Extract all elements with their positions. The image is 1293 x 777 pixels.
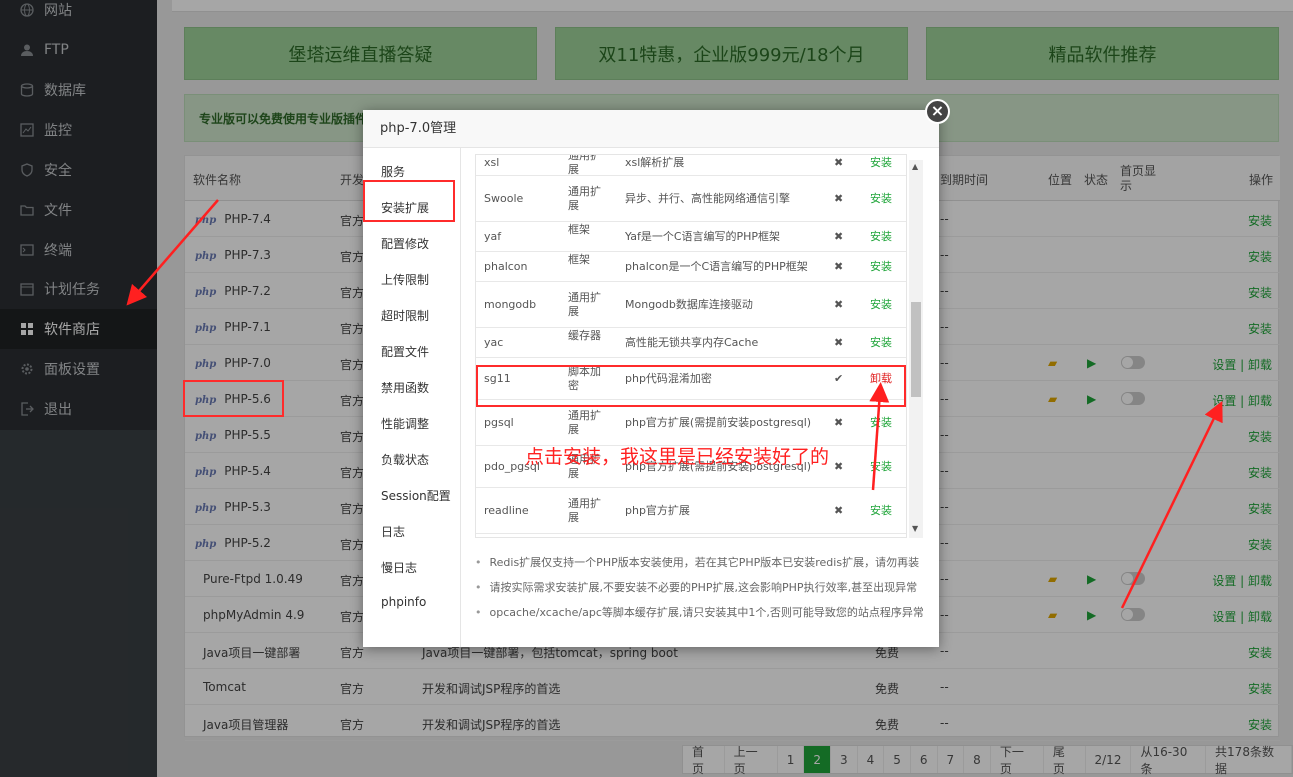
extension-action[interactable]: 安装 <box>870 156 892 170</box>
extension-type: 通用扩展 <box>568 409 601 436</box>
extension-action[interactable]: 安装 <box>870 336 892 350</box>
note-item: 请按实际需求安装扩展,不要安装不必要的PHP扩展,这会影响PHP执行效率,甚至出… <box>475 579 925 595</box>
extension-scrollbar[interactable]: ▲ ▼ <box>909 160 923 538</box>
extension-desc: xsl解析扩展 <box>625 155 685 169</box>
extension-action[interactable]: 安装 <box>870 192 892 206</box>
extension-type: 通用扩展 <box>568 497 601 524</box>
extension-desc: Yaf是一个C语言编写的PHP框架 <box>625 230 781 243</box>
dialog-notes: Redis扩展仅支持一个PHP版本安装使用，若在其它PHP版本已安装redis扩… <box>475 554 925 629</box>
scroll-up-icon[interactable]: ▲ <box>912 162 918 171</box>
extension-row: Swoole 通用扩展 异步、并行、高性能网络通信引擎 ✖ 安装 <box>476 176 906 222</box>
cross-icon: ✖ <box>834 460 844 473</box>
extension-row: yac 缓存器高性能无锁共享内存Cache ✖ 安装 <box>476 328 906 358</box>
dialog-nav-item[interactable]: 慢日志 <box>381 559 417 576</box>
cross-icon: ✖ <box>834 192 844 205</box>
dialog-nav-item[interactable]: 服务 <box>381 163 405 180</box>
extension-name: pgsql <box>484 416 514 429</box>
extension-action[interactable]: 安装 <box>870 460 892 474</box>
cross-icon: ✖ <box>834 230 844 243</box>
dialog-nav-item[interactable]: phpinfo <box>381 595 426 609</box>
extension-row: yaf 框架 Yaf是一个C语言编写的PHP框架 ✖ 安装 <box>476 222 906 252</box>
dialog-nav: 服务 安装扩展 配置修改 上传限制 超时限制 配置文件 禁用函数 性能调整 负载状态 Sessio… <box>363 148 461 647</box>
dialog-nav-item[interactable]: 配置文件 <box>381 343 429 360</box>
extension-desc: 异步、并行、高性能网络通信引擎 <box>625 192 790 205</box>
extension-row: mongodb 通用扩展 Mongodb数据库连接驱动 ✖ 安装 <box>476 282 906 328</box>
extension-name: Swoole <box>484 192 524 205</box>
dialog-nav-item[interactable]: 性能调整 <box>381 415 429 432</box>
scroll-down-icon[interactable]: ▼ <box>912 524 918 533</box>
dialog-nav-item[interactable]: 日志 <box>381 523 405 540</box>
extension-name: xsl <box>484 155 500 169</box>
cross-icon: ✖ <box>834 155 844 169</box>
extension-row: xsl 通用扩展 xsl解析扩展 ✖ 安装 <box>476 154 906 176</box>
extension-table: xsl 通用扩展 xsl解析扩展 ✖ 安装 Swoole 通用扩展 异步、并行、高性能网络通信… <box>475 154 907 538</box>
extension-name: mongodb <box>484 298 537 311</box>
dialog-nav-item[interactable]: 上传限制 <box>381 271 429 288</box>
cross-icon: ✖ <box>834 504 844 517</box>
dialog-nav-item[interactable]: 超时限制 <box>381 307 429 324</box>
scroll-thumb[interactable] <box>911 302 921 397</box>
extension-name: yac <box>484 336 504 349</box>
extension-type: 通用扩展 <box>568 291 601 318</box>
extension-action[interactable]: 安装 <box>870 416 892 430</box>
cross-icon: ✖ <box>834 336 844 349</box>
extension-type: 框架 <box>568 253 590 266</box>
extension-row: phalcon 框架 phalcon是一个C语言编写的PHP框架 ✖ 安装 <box>476 252 906 282</box>
extension-type: 通用扩展 <box>568 185 601 212</box>
extension-name: phalcon <box>484 260 528 273</box>
highlight-install-ext <box>363 180 455 222</box>
extension-desc: Mongodb数据库连接驱动 <box>625 298 753 311</box>
extension-action[interactable]: 安装 <box>870 504 892 518</box>
extension-desc: 高性能无锁共享内存Cache <box>625 336 759 349</box>
close-dialog-button[interactable]: × <box>925 99 950 124</box>
extension-name: yaf <box>484 230 502 243</box>
cross-icon: ✖ <box>834 416 844 429</box>
extension-desc: phalcon是一个C语言编写的PHP框架 <box>625 260 808 273</box>
annotation-text: 点击安装，我这里是已经安装好了的 <box>525 446 830 468</box>
dialog-nav-item[interactable]: Session配置 <box>381 487 451 504</box>
cross-icon: ✖ <box>834 298 844 311</box>
dialog-nav-item[interactable]: 禁用函数 <box>381 379 429 396</box>
highlight-sg11-row <box>476 365 906 407</box>
dialog-nav-item[interactable]: 负载状态 <box>381 451 429 468</box>
extension-row: readline 通用扩展 php官方扩展 ✖ 安装 <box>476 488 906 534</box>
extension-name: readline <box>484 504 529 517</box>
extension-action[interactable]: 安装 <box>870 260 892 274</box>
extension-desc: php官方扩展 <box>625 504 690 517</box>
extension-action[interactable]: 安装 <box>870 298 892 312</box>
highlight-php56 <box>183 380 284 417</box>
extension-desc: php官方扩展(需提前安装postgresql) <box>625 416 812 429</box>
extension-action[interactable]: 安装 <box>870 230 892 244</box>
extension-type: 缓存器 <box>568 329 601 342</box>
dialog-nav-item[interactable]: 配置修改 <box>381 235 429 252</box>
note-item: Redis扩展仅支持一个PHP版本安装使用，若在其它PHP版本已安装redis扩… <box>475 554 925 570</box>
extension-type: 通用扩展 <box>568 154 601 176</box>
dialog-title: php-7.0管理 <box>363 110 939 148</box>
cross-icon: ✖ <box>834 260 844 273</box>
note-item: opcache/xcache/apc等脚本缓存扩展,请只安装其中1个,否则可能导… <box>475 604 925 620</box>
extension-type: 框架 <box>568 223 590 236</box>
